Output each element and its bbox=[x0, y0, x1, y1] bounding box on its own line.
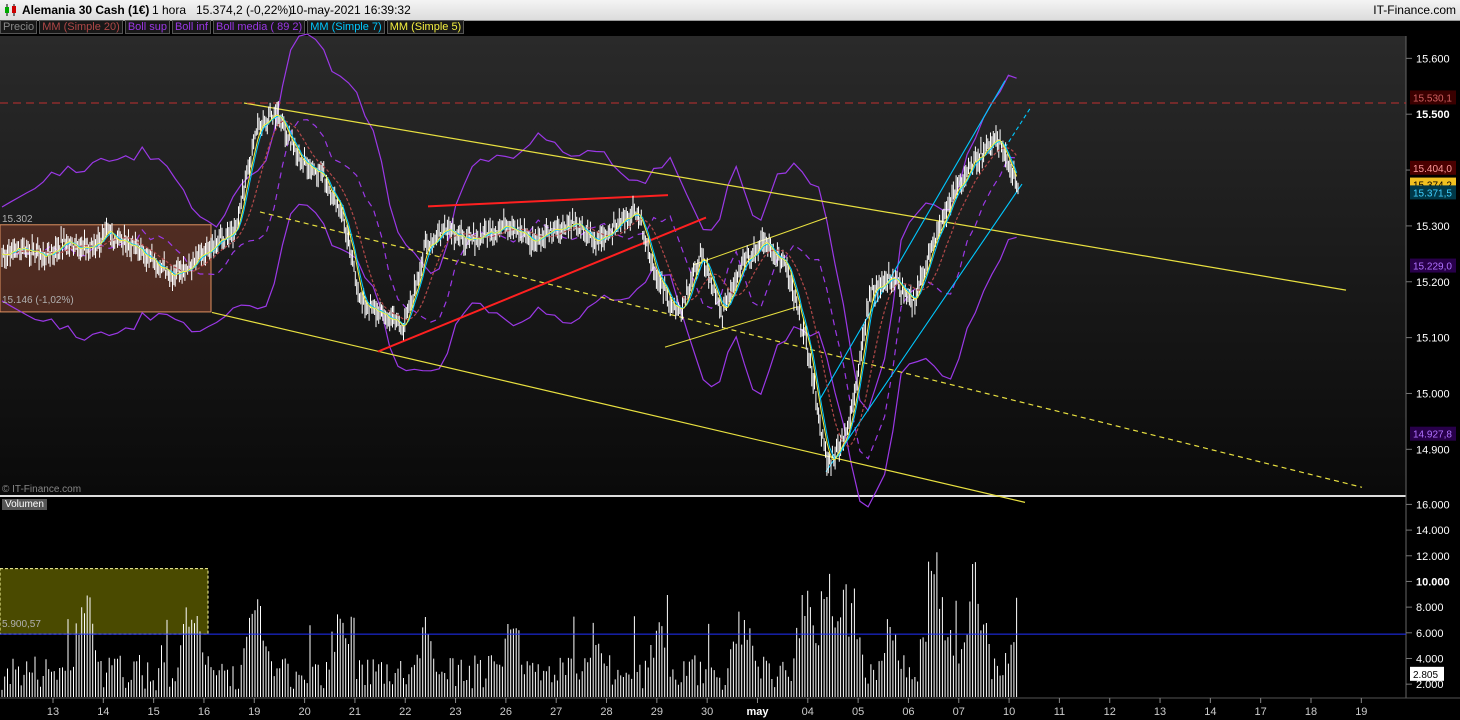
indicator-legend: Precio MM (Simple 20) Boll sup Boll inf Boll… bbox=[0, 20, 466, 35]
box-bottom-label: 15.146 (-1,02%) bbox=[2, 295, 74, 306]
time-tick-label: 04 bbox=[802, 706, 814, 718]
time-tick-label: 11 bbox=[1054, 706, 1065, 718]
legend-item[interactable]: MM (Simple 7) bbox=[307, 20, 385, 34]
time-tick-label: 14 bbox=[1204, 706, 1216, 718]
time-tick-label: 05 bbox=[852, 706, 864, 718]
legend-item[interactable]: Boll inf bbox=[171, 20, 211, 34]
time-tick-label: 14 bbox=[97, 706, 109, 718]
time-tick-label: 07 bbox=[953, 706, 965, 718]
candlestick-logo-icon bbox=[5, 4, 16, 16]
time-tick-label: 15 bbox=[148, 706, 160, 718]
time-tick-label: 28 bbox=[600, 706, 612, 718]
price-tick-label: 15.200 bbox=[1416, 277, 1450, 289]
timestamp: 10-may-2021 16:39:32 bbox=[290, 3, 411, 17]
timeframe[interactable]: 1 hora bbox=[152, 3, 186, 17]
watermark: © IT-Finance.com bbox=[2, 484, 81, 495]
legend-item[interactable]: MM (Simple 20) bbox=[39, 20, 123, 34]
volume-tick-label: 8.000 bbox=[1416, 602, 1444, 614]
time-tick-label: 19 bbox=[248, 706, 260, 718]
legend-item[interactable]: Precio bbox=[0, 20, 38, 34]
time-tick-label: 21 bbox=[349, 706, 361, 718]
time-tick-label: 30 bbox=[701, 706, 713, 718]
time-tick-label: 10 bbox=[1003, 706, 1015, 718]
legend-item[interactable]: Boll sup bbox=[124, 20, 170, 34]
price-tick-label: 15.600 bbox=[1416, 53, 1450, 65]
price-tag-label: 15.229,0 bbox=[1413, 262, 1452, 273]
volume-tick-label: 6.000 bbox=[1416, 628, 1444, 640]
last-price-change: 15.374,2 (-0,22%) bbox=[196, 3, 293, 17]
time-tick-label: 29 bbox=[651, 706, 663, 718]
volume-tag-label: 2.805 bbox=[1413, 670, 1438, 681]
legend-item[interactable]: Boll media ( 89 2) bbox=[212, 20, 306, 34]
time-tick-label: 16 bbox=[198, 706, 210, 718]
brand-name: IT-Finance.com bbox=[1373, 3, 1456, 17]
time-tick-label: 17 bbox=[1255, 706, 1267, 718]
time-tick-label: 20 bbox=[298, 706, 310, 718]
time-tick-label: 23 bbox=[449, 706, 461, 718]
time-tick-label: 12 bbox=[1104, 706, 1116, 718]
price-tag-label: 14.927,8 bbox=[1413, 430, 1452, 441]
time-tick-label: 27 bbox=[550, 706, 562, 718]
volume-tick-label: 16.000 bbox=[1416, 499, 1450, 511]
time-tick-label: 18 bbox=[1305, 706, 1317, 718]
volume-average-label: 5.900,57 bbox=[2, 619, 41, 630]
chart-canvas: 15.60015.50015.40015.30015.20015.10015.0… bbox=[0, 33, 1460, 718]
price-tick-label: 15.300 bbox=[1416, 221, 1450, 233]
legend-item[interactable]: MM (Simple 5) bbox=[386, 20, 465, 34]
time-tick-label: may bbox=[746, 706, 769, 718]
time-tick-label: 19 bbox=[1355, 706, 1367, 718]
price-tag-label: 15.530,1 bbox=[1413, 93, 1452, 104]
price-tick-label: 14.900 bbox=[1416, 444, 1450, 456]
price-tick-label: 15.500 bbox=[1416, 109, 1450, 121]
price-tick-label: 15.000 bbox=[1416, 388, 1450, 400]
volume-tick-label: 14.000 bbox=[1416, 525, 1450, 537]
time-tick-label: 26 bbox=[500, 706, 512, 718]
volume-tick-label: 4.000 bbox=[1416, 653, 1444, 665]
price-tick-label: 15.100 bbox=[1416, 333, 1450, 345]
title-bar: Alemania 30 Cash (1€) 1 hora 15.374,2 (-… bbox=[0, 0, 1460, 21]
time-tick-label: 06 bbox=[902, 706, 914, 718]
instrument-name: Alemania 30 Cash (1€) bbox=[22, 3, 150, 17]
volume-panel-bg bbox=[0, 497, 1406, 697]
price-tag-label: 15.404,0 bbox=[1413, 164, 1452, 175]
volume-panel-label: Volumen bbox=[2, 499, 47, 510]
price-tag-label: 15.371,5 bbox=[1413, 188, 1452, 199]
volume-tick-label: 2.000 bbox=[1416, 679, 1444, 691]
volume-tick-label: 12.000 bbox=[1416, 551, 1450, 563]
time-tick-label: 13 bbox=[1154, 706, 1166, 718]
time-tick-label: 13 bbox=[47, 706, 59, 718]
volume-tick-label: 10.000 bbox=[1416, 576, 1450, 588]
time-tick-label: 22 bbox=[399, 706, 411, 718]
box-top-label: 15.302 bbox=[2, 214, 33, 225]
